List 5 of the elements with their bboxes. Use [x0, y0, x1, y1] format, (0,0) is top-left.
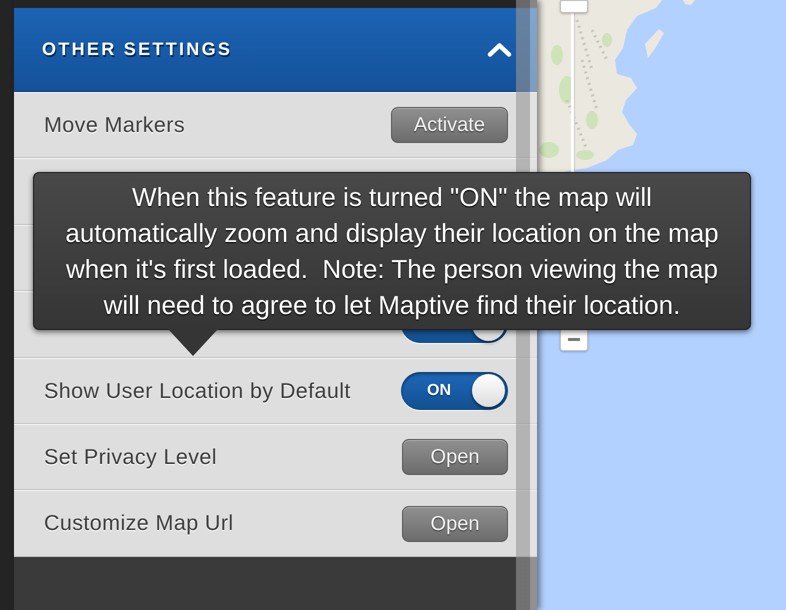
setting-label: Move Markers: [44, 112, 185, 140]
setting-label: Show User Location by Default: [44, 378, 351, 405]
tooltip-text: When this feature is turned "ON" the map will automatically zoom and display their location on the map when it's first loaded. Note: The person viewing the map will need to agree to let Maptive find their location.: [64, 181, 720, 322]
setting-label: Customize Map Url: [44, 510, 234, 538]
setting-label: Set Privacy Level: [44, 444, 217, 472]
